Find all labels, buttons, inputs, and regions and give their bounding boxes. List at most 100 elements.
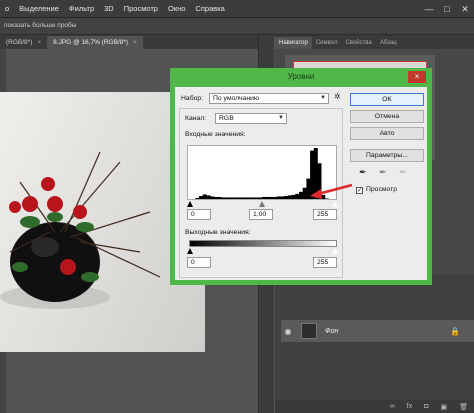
histogram-bar (254, 197, 259, 199)
mask-icon[interactable]: ◘ (424, 403, 428, 410)
histogram-bar (225, 197, 229, 199)
maximize-icon[interactable]: □ (438, 0, 456, 18)
document-tab[interactable]: (RGB/8*) × (0, 36, 48, 49)
histogram-bar (262, 196, 266, 199)
window-controls: — □ ✕ (420, 0, 474, 18)
document-tab-active[interactable]: 8.JPG @ 16,7% (RGB/8*) × (47, 36, 143, 49)
auto-button[interactable]: Авто (350, 127, 424, 140)
input-black-slider[interactable] (187, 201, 193, 207)
tab-navigator[interactable]: Навигатор (275, 37, 312, 49)
white-eyedropper-icon[interactable]: ✒ (399, 167, 407, 178)
menu-item-window[interactable]: Окно (163, 4, 190, 13)
menu-item-select[interactable]: Выделение (14, 4, 64, 13)
close-window-icon[interactable]: ✕ (456, 0, 474, 18)
histogram-bar (280, 196, 285, 199)
histogram-bar (213, 196, 218, 199)
channel-select[interactable]: RGB ▼ (215, 113, 287, 124)
options-hint[interactable]: показать больше пробы (4, 22, 76, 29)
minimize-icon[interactable]: — (420, 0, 438, 18)
tab-paragraph[interactable]: Абзац (376, 37, 401, 49)
histogram-bar (265, 196, 270, 199)
histogram-bar (317, 163, 322, 199)
menu-bar: о Выделение Фильтр 3D Просмотр Окно Спра… (0, 0, 474, 18)
histogram-bar (310, 150, 315, 199)
preset-select[interactable]: По умолчанию ▼ (209, 93, 329, 104)
histogram-bar (239, 197, 244, 199)
layer-row[interactable]: ◉ Фон 🔒 (281, 320, 474, 342)
tab-properties[interactable]: Свойства (341, 37, 375, 49)
input-gamma-slider[interactable] (259, 201, 265, 207)
output-gradient (189, 240, 337, 247)
document-tab-label: (RGB/8*) (6, 39, 33, 46)
histogram-bar (299, 191, 303, 199)
histogram-bar (313, 148, 318, 199)
histogram-bar (232, 197, 237, 199)
input-white-slider[interactable] (332, 201, 338, 207)
histogram-bar (284, 195, 289, 199)
histogram-bar (269, 196, 274, 199)
output-white-field[interactable]: 255 (313, 257, 337, 268)
preview-label: Просмотр (366, 186, 398, 193)
menu-item-0[interactable]: о (0, 4, 14, 13)
channel-label: Канал: (185, 115, 207, 122)
input-levels-label: Входные значения: (185, 131, 246, 138)
fx-icon[interactable]: fx (407, 403, 412, 410)
menu-item-help[interactable]: Справка (190, 4, 229, 13)
histogram-bar (276, 196, 281, 199)
input-gamma-field[interactable]: 1,00 (249, 209, 273, 220)
close-icon[interactable]: × (133, 39, 137, 46)
close-icon[interactable]: × (408, 71, 426, 83)
document-tabs: (RGB/8*) × 8.JPG @ 16,7% (RGB/8*) × (0, 35, 270, 49)
preset-label: Набор: (181, 95, 204, 102)
layers-bottom-bar: ∞ fx ◘ ▣ 🗑 (275, 400, 474, 413)
layer-thumbnail (301, 323, 317, 339)
ok-button[interactable]: OK (350, 93, 424, 106)
output-white-slider[interactable] (332, 248, 338, 254)
lock-icon: 🔒 (450, 326, 460, 336)
panel-tabs: Навигатор Символ Свойства Абзац (275, 35, 474, 49)
histogram-bar (210, 196, 215, 199)
black-eyedropper-icon[interactable]: ✒ (359, 167, 367, 178)
chevron-down-icon: ▼ (278, 115, 284, 121)
tab-character[interactable]: Символ (312, 37, 342, 49)
menu-item-3d[interactable]: 3D (99, 4, 119, 13)
close-icon[interactable]: × (37, 39, 41, 46)
output-black-field[interactable]: 0 (187, 257, 211, 268)
gray-eyedropper-icon[interactable]: ✒ (379, 167, 387, 178)
input-white-field[interactable]: 255 (313, 209, 337, 220)
histogram-bar (202, 194, 207, 199)
output-levels-label: Выходные значения: (185, 229, 251, 236)
histogram-bar (250, 197, 255, 199)
histogram-bar (258, 197, 263, 199)
gear-icon[interactable]: ✲ (334, 92, 341, 101)
histogram-bar (295, 193, 300, 199)
histogram-bar (243, 197, 248, 199)
histogram-bar (324, 198, 329, 199)
histogram-bar (228, 197, 233, 199)
preview-checkbox[interactable]: ✓ (356, 187, 363, 194)
dialog-title-bar[interactable]: Уровни × (170, 68, 432, 86)
channel-value: RGB (219, 115, 234, 122)
histogram-bar (273, 196, 278, 199)
cancel-button[interactable]: Отмена (350, 110, 424, 123)
menu-item-filter[interactable]: Фильтр (64, 4, 99, 13)
dialog-title: Уровни (287, 72, 315, 81)
preset-value: По умолчанию (213, 95, 259, 102)
eye-icon[interactable]: ◉ (281, 327, 295, 336)
menu-item-view[interactable]: Просмотр (119, 4, 163, 13)
output-black-slider[interactable] (187, 248, 193, 254)
histogram-bar (217, 196, 222, 199)
input-black-field[interactable]: 0 (187, 209, 211, 220)
histogram-bar (321, 194, 326, 199)
document-tab-label: 8.JPG @ 16,7% (RGB/8*) (53, 39, 129, 46)
levels-dialog: Уровни × Набор: По умолчанию ▼ ✲ Канал: R… (170, 68, 432, 285)
options-button[interactable]: Параметры... (350, 149, 424, 162)
link-icon[interactable]: ∞ (390, 403, 395, 410)
histogram-bar (199, 195, 204, 199)
trash-icon[interactable]: 🗑 (459, 403, 468, 411)
histogram-bar (247, 197, 252, 199)
histogram-bar (302, 187, 307, 199)
options-bar: показать больше пробы (0, 18, 474, 35)
histogram-bar (287, 195, 292, 199)
new-layer-icon[interactable]: ▣ (440, 403, 447, 411)
